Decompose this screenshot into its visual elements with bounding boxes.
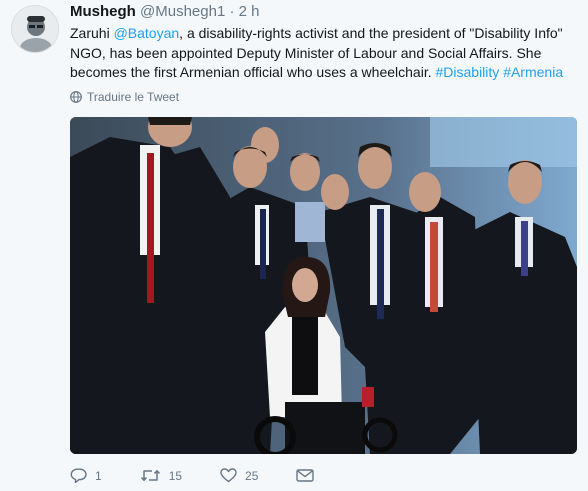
timestamp[interactable]: 2 h xyxy=(239,3,260,20)
avatar[interactable] xyxy=(11,5,59,53)
direct-message-button[interactable] xyxy=(296,469,315,482)
retweet-icon xyxy=(140,470,160,481)
text-part: Zaruhi xyxy=(70,25,114,41)
tweet-text: Zaruhi @Batoyan, a disability-rights act… xyxy=(70,24,575,83)
like-count: 25 xyxy=(245,468,259,483)
mention-link[interactable]: @Batoyan xyxy=(114,25,180,41)
reply-count: 1 xyxy=(95,468,102,483)
user-handle[interactable]: @Mushegh1 xyxy=(140,3,225,20)
tweet-actions: 1 15 25 xyxy=(70,468,352,483)
like-button[interactable]: 25 xyxy=(220,468,258,483)
user-name[interactable]: Mushegh xyxy=(70,3,136,20)
avatar-photo xyxy=(12,6,58,52)
retweet-button[interactable]: 15 xyxy=(140,468,182,483)
reply-button[interactable]: 1 xyxy=(70,468,102,483)
hashtag-link[interactable]: #Disability xyxy=(435,64,499,80)
hashtag-link[interactable]: #Armenia xyxy=(503,64,563,80)
translate-label: Traduire le Tweet xyxy=(87,90,180,104)
tweet[interactable]: Mushegh @Mushegh1 · 2 h Zaruhi @Batoyan,… xyxy=(0,0,588,491)
reply-icon xyxy=(70,468,87,483)
retweet-count: 15 xyxy=(168,468,183,483)
separator: · xyxy=(229,3,235,20)
translate-tweet-link[interactable]: Traduire le Tweet xyxy=(70,90,179,104)
globe-icon xyxy=(70,91,82,103)
envelope-icon xyxy=(296,469,315,482)
photo-image xyxy=(70,117,577,454)
tweet-photo[interactable] xyxy=(70,117,577,454)
tweet-header: Mushegh @Mushegh1 · 2 h xyxy=(70,2,260,22)
heart-icon xyxy=(220,468,237,483)
